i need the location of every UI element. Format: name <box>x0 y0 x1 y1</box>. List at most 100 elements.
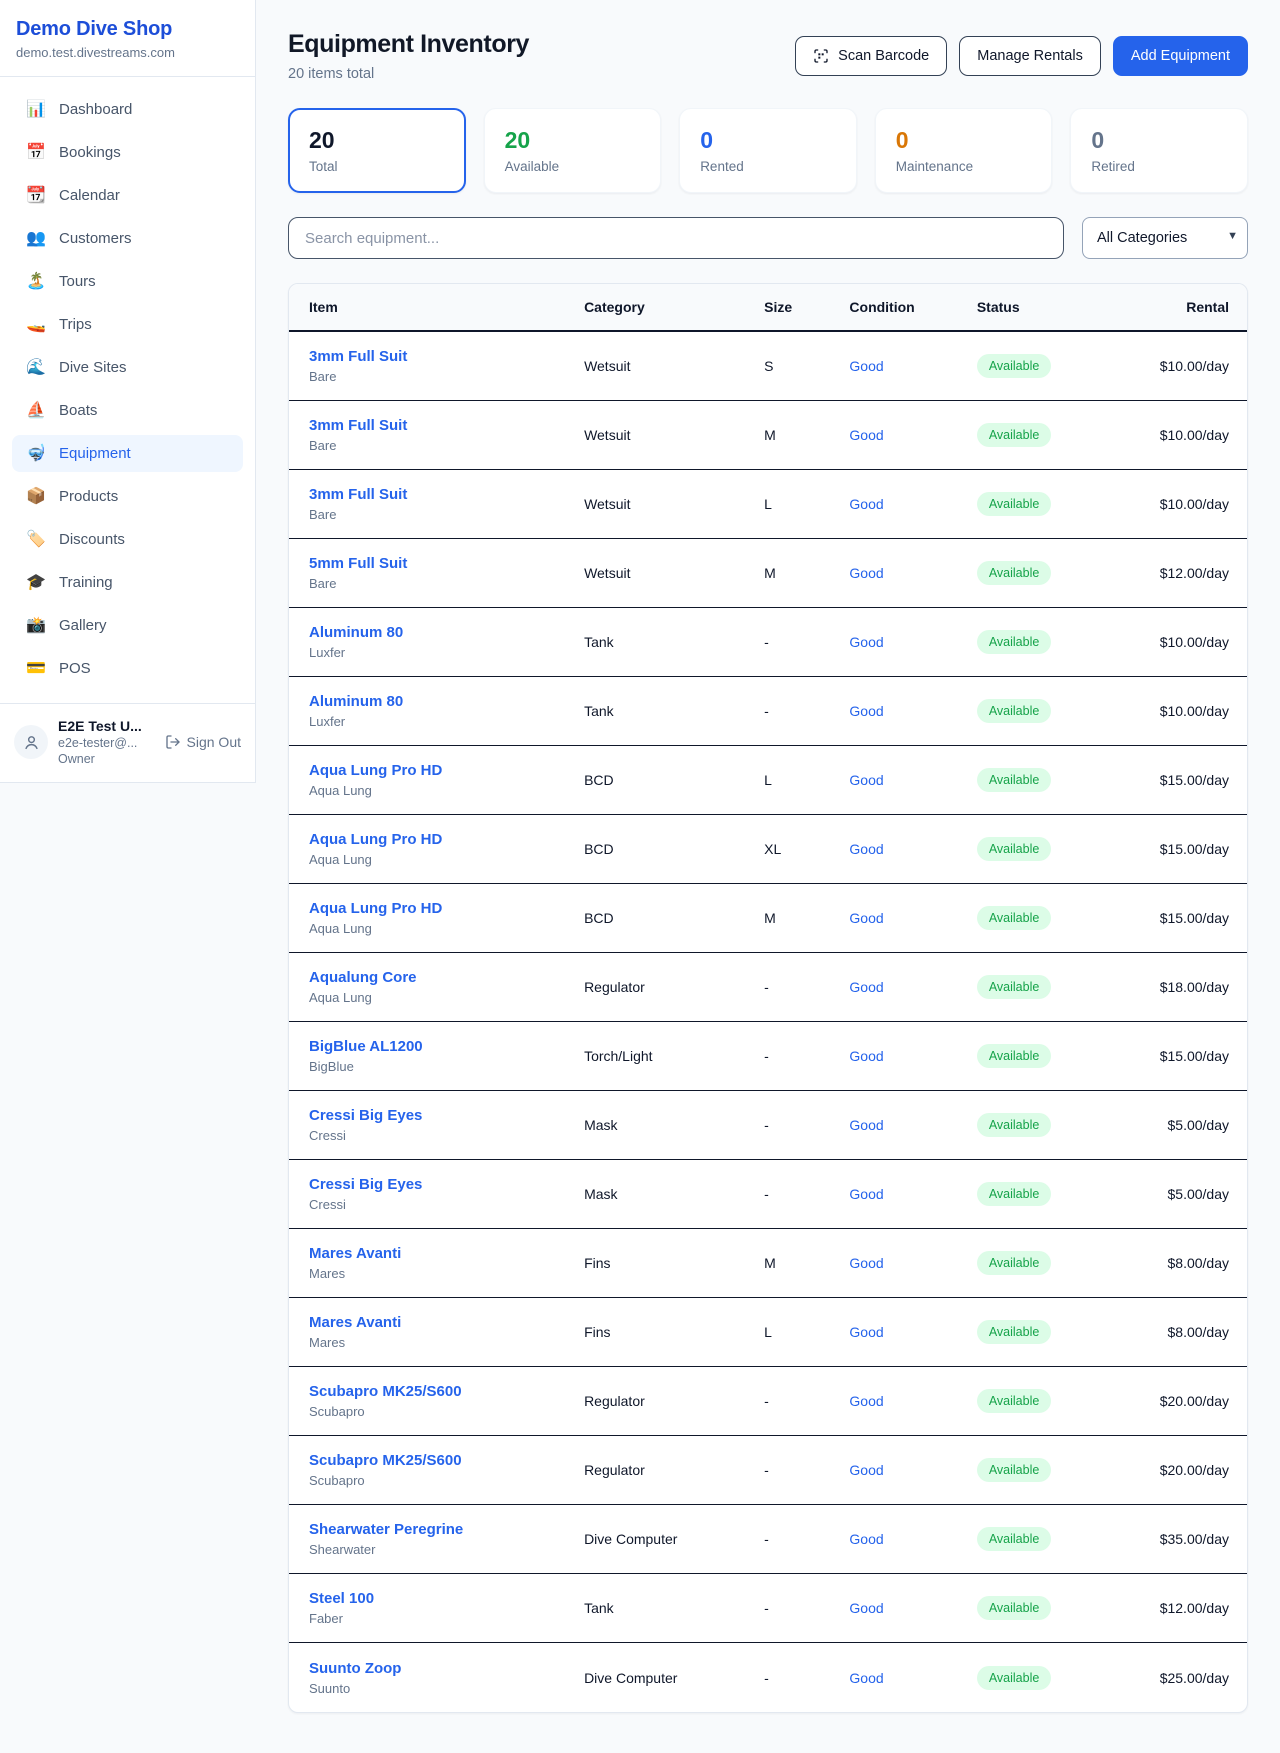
item-size: M <box>764 565 849 581</box>
item-link[interactable]: 3mm Full Suit <box>309 348 407 365</box>
item-condition-link[interactable]: Good <box>849 634 976 650</box>
item-cell: Aluminum 80 Luxfer <box>289 624 584 660</box>
item-link[interactable]: Scubapro MK25/S600 <box>309 1383 462 1400</box>
sidebar-item-discounts[interactable]: 🏷️Discounts <box>12 521 243 558</box>
item-link[interactable]: Scubapro MK25/S600 <box>309 1452 462 1469</box>
item-condition-link[interactable]: Good <box>849 427 976 443</box>
sidebar-item-tours[interactable]: 🏝️Tours <box>12 263 243 300</box>
item-category: Regulator <box>584 979 764 995</box>
item-link[interactable]: Suunto Zoop <box>309 1660 401 1677</box>
item-link[interactable]: Steel 100 <box>309 1590 374 1607</box>
sidebar-item-dive-sites[interactable]: 🌊Dive Sites <box>12 349 243 386</box>
item-condition-link[interactable]: Good <box>849 1186 976 1202</box>
sidebar-item-products[interactable]: 📦Products <box>12 478 243 515</box>
item-category: Dive Computer <box>584 1531 764 1547</box>
scan-barcode-button[interactable]: Scan Barcode <box>795 36 947 76</box>
item-condition-link[interactable]: Good <box>849 979 976 995</box>
sidebar-item-trips[interactable]: 🚤Trips <box>12 306 243 343</box>
status-badge: Available <box>977 1389 1052 1413</box>
table-row: Steel 100FaberTank-GoodAvailable$12.00/d… <box>289 1574 1247 1643</box>
status-badge: Available <box>977 492 1052 516</box>
sidebar-item-calendar[interactable]: 📆Calendar <box>12 177 243 214</box>
item-size: - <box>764 634 849 650</box>
stat-label: Retired <box>1091 159 1227 174</box>
item-cell: Shearwater PeregrineShearwater <box>289 1521 584 1557</box>
item-cell: 3mm Full SuitBare <box>289 417 584 453</box>
item-condition-link[interactable]: Good <box>849 1117 976 1133</box>
sidebar-item-customers[interactable]: 👥Customers <box>12 220 243 257</box>
item-brand: Luxfer <box>309 645 584 660</box>
item-condition-link[interactable]: Good <box>849 841 976 857</box>
item-rental: $8.00/day <box>1151 1324 1247 1340</box>
item-link[interactable]: Mares Avanti <box>309 1314 401 1331</box>
item-link[interactable]: Aqualung Core <box>309 969 417 986</box>
status-cell: Available <box>977 1182 1151 1206</box>
status-badge: Available <box>977 906 1052 930</box>
item-condition-link[interactable]: Good <box>849 703 976 719</box>
search-input[interactable] <box>288 217 1064 259</box>
sidebar-item-bookings[interactable]: 📅Bookings <box>12 134 243 171</box>
stat-card-rented[interactable]: 0Rented <box>679 108 857 193</box>
item-category: Wetsuit <box>584 427 764 443</box>
item-rental: $12.00/day <box>1151 565 1247 581</box>
item-link[interactable]: Aqua Lung Pro HD <box>309 831 442 848</box>
sidebar-item-equipment[interactable]: 🤿Equipment <box>12 435 243 472</box>
item-cell: 3mm Full SuitBare <box>289 348 584 384</box>
stat-card-retired[interactable]: 0 Retired <box>1070 108 1248 193</box>
item-link[interactable]: 3mm Full Suit <box>309 486 407 503</box>
item-link[interactable]: Aqua Lung Pro HD <box>309 900 442 917</box>
item-condition-link[interactable]: Good <box>849 1462 976 1478</box>
brand-block: Demo Dive Shop demo.test.divestreams.com <box>0 0 255 77</box>
item-link[interactable]: Mares Avanti <box>309 1245 401 1262</box>
item-link[interactable]: 5mm Full Suit <box>309 555 407 572</box>
stat-value: 0 <box>1091 127 1227 154</box>
header-actions: Scan Barcode Manage Rentals Add Equipmen… <box>795 30 1248 76</box>
app-window: Demo Dive Shop demo.test.divestreams.com… <box>0 0 1280 1753</box>
item-link[interactable]: Shearwater Peregrine <box>309 1521 463 1538</box>
status-cell: Available <box>977 768 1151 792</box>
item-condition-link[interactable]: Good <box>849 1531 976 1547</box>
item-brand: Aqua Lung <box>309 783 584 798</box>
sidebar-item-pos[interactable]: 💳POS <box>12 650 243 687</box>
item-link[interactable]: Aluminum 80 <box>309 624 403 641</box>
manage-rentals-button[interactable]: Manage Rentals <box>959 36 1101 76</box>
item-condition-link[interactable]: Good <box>849 772 976 788</box>
stat-label: Maintenance <box>896 159 1032 174</box>
item-link[interactable]: Cressi Big Eyes <box>309 1107 422 1124</box>
item-link[interactable]: BigBlue AL1200 <box>309 1038 423 1055</box>
item-condition-link[interactable]: Good <box>849 910 976 926</box>
item-cell: Mares AvantiMares <box>289 1314 584 1350</box>
item-category: Tank <box>584 703 764 719</box>
item-condition-link[interactable]: Good <box>849 1255 976 1271</box>
sidebar-item-boats[interactable]: ⛵Boats <box>12 392 243 429</box>
item-condition-link[interactable]: Good <box>849 358 976 374</box>
item-condition-link[interactable]: Good <box>849 1393 976 1409</box>
item-link[interactable]: Aluminum 80 <box>309 693 403 710</box>
item-condition-link[interactable]: Good <box>849 1600 976 1616</box>
stat-card-total[interactable]: 20Total <box>288 108 466 193</box>
item-condition-link[interactable]: Good <box>849 1048 976 1064</box>
item-condition-link[interactable]: Good <box>849 565 976 581</box>
item-condition-link[interactable]: Good <box>849 1670 976 1686</box>
status-badge: Available <box>977 1320 1052 1344</box>
status-badge: Available <box>977 1527 1052 1551</box>
item-link[interactable]: 3mm Full Suit <box>309 417 407 434</box>
sidebar-item-gallery[interactable]: 📸Gallery <box>12 607 243 644</box>
item-link[interactable]: Cressi Big Eyes <box>309 1176 422 1193</box>
item-condition-link[interactable]: Good <box>849 496 976 512</box>
item-rental: $5.00/day <box>1151 1117 1247 1133</box>
stat-card-available[interactable]: 20Available <box>484 108 662 193</box>
sidebar-item-dashboard[interactable]: 📊Dashboard <box>12 91 243 128</box>
sign-out-button[interactable]: Sign Out <box>165 734 241 750</box>
item-link[interactable]: Aqua Lung Pro HD <box>309 762 442 779</box>
products-icon: 📦 <box>26 489 46 505</box>
sidebar-item-training[interactable]: 🎓Training <box>12 564 243 601</box>
item-condition-link[interactable]: Good <box>849 1324 976 1340</box>
add-equipment-button[interactable]: Add Equipment <box>1113 36 1248 76</box>
stat-card-maintenance[interactable]: 0Maintenance <box>875 108 1053 193</box>
item-rental: $10.00/day <box>1151 427 1247 443</box>
user-email: e2e-tester@... <box>58 736 155 750</box>
item-cell: 5mm Full SuitBare <box>289 555 584 591</box>
user-info: E2E Test U... e2e-tester@... Owner <box>58 718 155 766</box>
category-select[interactable]: All Categories <box>1082 217 1248 259</box>
